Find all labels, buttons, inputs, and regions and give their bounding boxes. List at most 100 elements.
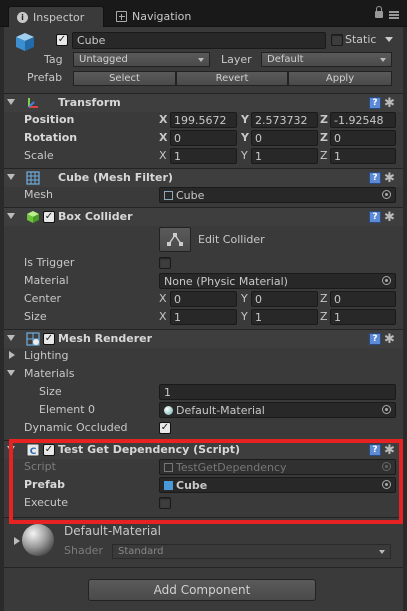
- script-row: Script TestGetDependency: [4, 458, 403, 476]
- foldout-arrow-icon[interactable]: [7, 335, 15, 341]
- mesh-filter-icon: [26, 171, 40, 185]
- prefab-revert-button[interactable]: Revert: [176, 71, 288, 86]
- mesh-filter-title: Cube (Mesh Filter): [58, 171, 173, 184]
- element-0-row: Element 0 Default-Material: [4, 401, 403, 419]
- object-picker-icon[interactable]: [382, 480, 391, 489]
- materials-row[interactable]: Materials: [4, 365, 403, 383]
- script-label: Script: [24, 460, 56, 473]
- box-collider-header[interactable]: ✓ Box Collider ? ✱: [4, 207, 403, 226]
- mesh-row: Mesh Cube: [4, 186, 403, 204]
- shader-dropdown[interactable]: Standard: [112, 544, 391, 559]
- foldout-arrow-icon[interactable]: [7, 174, 15, 180]
- mesh-filter-header[interactable]: Cube (Mesh Filter) ? ✱: [4, 168, 403, 187]
- materials-size-field[interactable]: 1: [159, 384, 396, 400]
- materials-size-row: Size 1: [4, 383, 403, 401]
- position-x-field[interactable]: 199.5672: [170, 112, 237, 128]
- object-picker-icon[interactable]: [382, 276, 391, 285]
- help-icon[interactable]: ?: [369, 333, 381, 345]
- center-x-field[interactable]: 0: [170, 291, 237, 307]
- script-component-header[interactable]: C ✓ Test Get Dependency (Script) ? ✱: [4, 440, 403, 459]
- axis-y-label: Y: [241, 310, 248, 323]
- position-y-field[interactable]: 2.573732: [251, 112, 318, 128]
- rotation-z-field[interactable]: 0: [330, 130, 396, 146]
- size-y-field[interactable]: 1: [251, 309, 318, 325]
- material-name: Default-Material: [64, 524, 161, 538]
- position-label: Position: [24, 113, 75, 126]
- transform-icon: [26, 96, 40, 110]
- dynamic-occluded-checkbox[interactable]: ✓: [159, 422, 171, 434]
- prefab-select-button[interactable]: Select: [73, 71, 176, 86]
- foldout-arrow-icon[interactable]: [9, 351, 15, 359]
- object-picker-icon[interactable]: [382, 405, 391, 414]
- info-icon: i: [17, 11, 28, 23]
- center-row: Center X 0 Y 0 Z 0: [4, 290, 403, 308]
- gear-icon[interactable]: ✱: [384, 172, 397, 185]
- rotation-x-field[interactable]: 0: [170, 130, 237, 146]
- rotation-label: Rotation: [24, 131, 78, 144]
- box-collider-enabled-checkbox[interactable]: ✓: [43, 211, 55, 223]
- gear-icon[interactable]: ✱: [384, 97, 397, 110]
- edit-collider-button[interactable]: [159, 227, 191, 252]
- element-0-field[interactable]: Default-Material: [159, 402, 396, 418]
- script-enabled-checkbox[interactable]: ✓: [43, 444, 55, 456]
- center-z-field[interactable]: 0: [330, 291, 396, 307]
- lock-icon[interactable]: [375, 6, 383, 18]
- box-collider-title: Box Collider: [58, 210, 133, 223]
- script-file-icon: [164, 463, 173, 472]
- scale-y-field[interactable]: 1: [251, 148, 318, 164]
- gear-icon[interactable]: ✱: [384, 333, 397, 346]
- is-trigger-checkbox[interactable]: [159, 257, 171, 269]
- gameobject-icon: [14, 31, 36, 53]
- object-picker-icon[interactable]: [382, 190, 391, 199]
- tab-navigation[interactable]: Navigation: [108, 6, 208, 27]
- position-z-field[interactable]: -1.92548: [330, 112, 396, 128]
- divider: [4, 517, 403, 518]
- static-dropdown-icon[interactable]: [385, 37, 393, 42]
- active-checkbox[interactable]: ✓: [56, 34, 68, 46]
- center-y-field[interactable]: 0: [251, 291, 318, 307]
- help-icon[interactable]: ?: [369, 444, 381, 456]
- scale-label: Scale: [24, 149, 54, 162]
- tab-inspector[interactable]: i Inspector: [8, 6, 104, 27]
- mesh-renderer-enabled-checkbox[interactable]: ✓: [43, 333, 55, 345]
- panel-menu-icon[interactable]: [389, 11, 399, 19]
- lighting-label: Lighting: [24, 349, 69, 362]
- foldout-arrow-icon[interactable]: [14, 537, 20, 545]
- edit-collider-icon: [167, 233, 183, 246]
- script-icon: C: [26, 443, 40, 457]
- size-x-field[interactable]: 1: [170, 309, 237, 325]
- help-icon[interactable]: ?: [369, 211, 381, 223]
- prefab-apply-button[interactable]: Apply: [288, 71, 392, 86]
- lighting-row[interactable]: Lighting: [4, 347, 403, 365]
- is-trigger-row: Is Trigger: [4, 254, 403, 272]
- mesh-renderer-header[interactable]: ✓ Mesh Renderer ? ✱: [4, 329, 403, 348]
- center-label: Center: [24, 292, 62, 305]
- rotation-row: Rotation X 0 Y 0 Z 0: [4, 129, 403, 147]
- tag-dropdown[interactable]: Untagged: [73, 52, 210, 67]
- mesh-field[interactable]: Cube: [159, 187, 396, 203]
- collider-material-field[interactable]: None (Physic Material): [159, 273, 396, 289]
- foldout-arrow-icon[interactable]: [7, 446, 15, 452]
- axis-y-label: Y: [241, 113, 249, 126]
- foldout-arrow-icon[interactable]: [7, 213, 15, 219]
- gear-icon[interactable]: ✱: [384, 211, 397, 224]
- size-z-field[interactable]: 1: [330, 309, 396, 325]
- edit-collider-label: Edit Collider: [198, 233, 265, 246]
- static-checkbox[interactable]: [331, 34, 343, 46]
- tab-bar: i Inspector Navigation: [0, 0, 407, 27]
- help-icon[interactable]: ?: [369, 97, 381, 109]
- script-prefab-field[interactable]: Cube: [159, 477, 396, 493]
- axis-z-label: Z: [320, 310, 328, 323]
- scale-z-field[interactable]: 1: [330, 148, 396, 164]
- scale-x-field[interactable]: 1: [170, 148, 237, 164]
- execute-checkbox[interactable]: [159, 497, 171, 509]
- rotation-y-field[interactable]: 0: [251, 130, 318, 146]
- transform-header[interactable]: Transform ? ✱: [4, 93, 403, 112]
- layer-dropdown[interactable]: Default: [261, 52, 392, 67]
- foldout-arrow-icon[interactable]: [7, 99, 15, 105]
- gear-icon[interactable]: ✱: [384, 444, 397, 457]
- gameobject-name-field[interactable]: Cube: [72, 32, 326, 49]
- help-icon[interactable]: ?: [369, 172, 381, 184]
- add-component-button[interactable]: Add Component: [88, 579, 316, 601]
- foldout-arrow-icon[interactable]: [7, 370, 15, 376]
